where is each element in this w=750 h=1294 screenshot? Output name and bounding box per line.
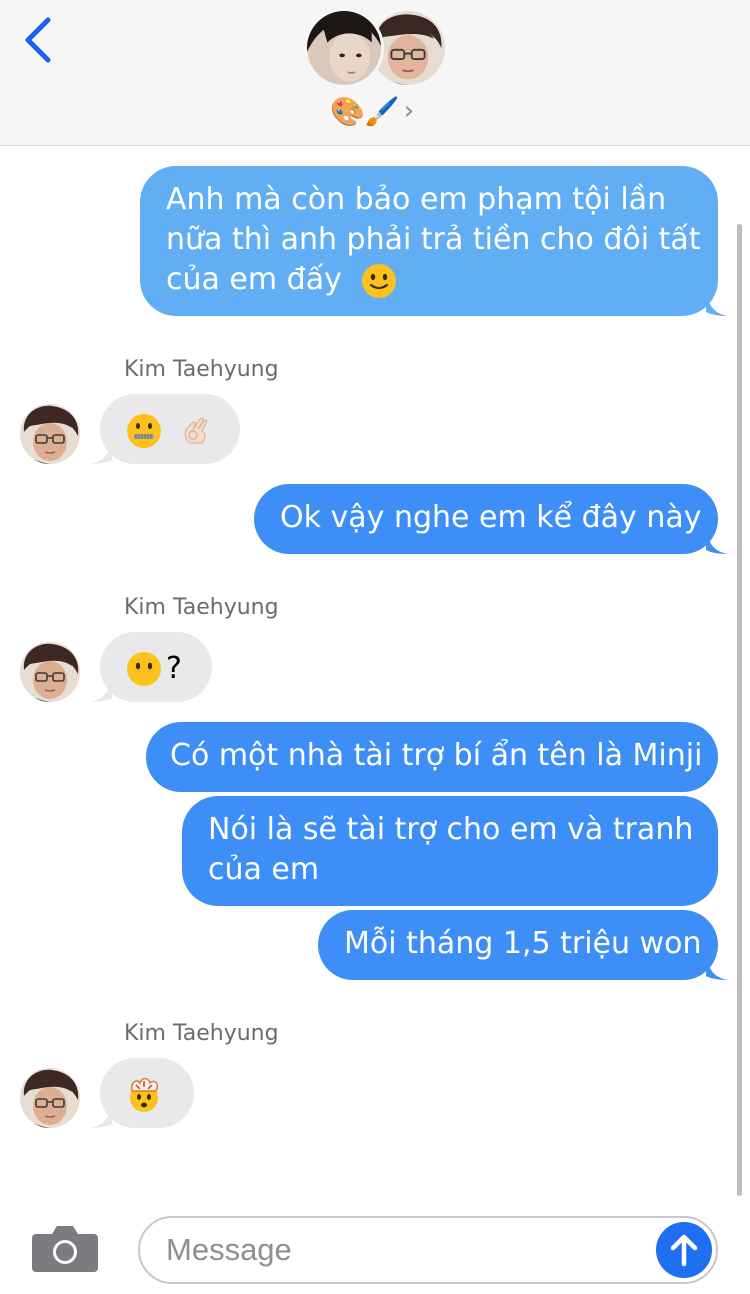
ok-hand-icon [184, 417, 207, 444]
message-input[interactable] [166, 1228, 646, 1272]
received-message[interactable]: ? [90, 632, 212, 702]
message-text: Mỗi tháng 1,5 triệu won [344, 926, 702, 961]
exploding-head-icon [130, 1077, 159, 1112]
message-line: Anh mà còn bảo em phạm tội lần [166, 182, 667, 217]
sender-name: Kim Taehyung [124, 595, 279, 620]
received-message[interactable] [90, 394, 240, 464]
received-message[interactable] [90, 1058, 194, 1128]
sent-message[interactable]: Nói là sẽ tài trợ cho em và tranh của em [182, 796, 718, 906]
arrow-up-icon [670, 1234, 698, 1267]
message-text: Có một nhà tài trợ bí ẩn tên là Minji [170, 738, 703, 773]
zipper-mouth-face-icon [127, 413, 161, 448]
bubble-tail [706, 294, 728, 316]
message-line: của em đấy [166, 260, 694, 300]
conversation-header: 🎨🖌️ › [0, 0, 750, 146]
bubble-tail [90, 680, 112, 702]
group-name[interactable]: 🎨🖌️ › [330, 94, 414, 128]
bubble-tail [706, 958, 728, 980]
message-field[interactable] [138, 1216, 718, 1284]
avatar [304, 8, 384, 88]
group-name-label: 🎨🖌️ [330, 95, 400, 128]
message-composer [0, 1196, 750, 1294]
chevron-right-icon: › [403, 96, 415, 126]
send-button[interactable] [656, 1222, 712, 1278]
slightly-smiling-face-icon [362, 263, 397, 298]
avatar[interactable] [20, 404, 80, 464]
message-line: nữa thì anh phải trả tiền cho đôi tất [166, 222, 701, 257]
sent-message[interactable]: Anh mà còn bảo em phạm tội lần nữa thì a… [140, 166, 728, 316]
face-without-mouth-icon [127, 651, 161, 686]
camera-icon [32, 1226, 98, 1272]
back-button[interactable] [14, 14, 62, 66]
sent-message[interactable]: Mỗi tháng 1,5 triệu won [318, 910, 728, 980]
bubble-tail [90, 442, 112, 464]
message-text: Ok vậy nghe em kể đây này [280, 500, 702, 535]
avatar[interactable] [20, 642, 80, 702]
scrollbar[interactable] [737, 224, 742, 1196]
chevron-left-icon [25, 17, 51, 63]
sent-message[interactable]: Có một nhà tài trợ bí ẩn tên là Minji [146, 722, 718, 792]
bubble-tail [90, 1106, 112, 1128]
message-line: Nói là sẽ tài trợ cho em và tranh [208, 812, 694, 847]
bubble-tail [706, 532, 728, 554]
message-line: của em [208, 852, 320, 887]
message-line-text: của em đấy [166, 262, 342, 297]
sender-name: Kim Taehyung [124, 1021, 279, 1046]
camera-button[interactable] [32, 1224, 98, 1272]
sender-name: Kim Taehyung [124, 357, 279, 382]
message-text: ? [166, 650, 182, 686]
sent-message[interactable]: Ok vậy nghe em kể đây này [254, 484, 728, 554]
group-avatars[interactable] [304, 6, 450, 90]
avatar[interactable] [20, 1068, 80, 1128]
